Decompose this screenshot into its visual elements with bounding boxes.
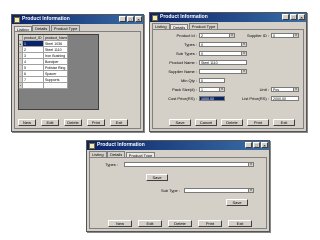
close-icon[interactable]: × xyxy=(298,14,305,20)
supplier-id-field[interactable]: 0 xyxy=(271,33,299,38)
window-title: Product Information xyxy=(97,142,145,148)
window-title: Product Information xyxy=(22,16,70,22)
cell-product-name[interactable] xyxy=(44,83,68,89)
print-button[interactable]: Print xyxy=(198,220,222,227)
min-qty-label: Min Qty : xyxy=(180,78,197,83)
supplier-id-label: Supplier ID : xyxy=(246,33,269,38)
product-type-panel: Types : Save Sub Type : Save New Edit De… xyxy=(89,157,267,229)
exit-button[interactable]: Exit xyxy=(110,119,128,126)
save-button[interactable]: Save xyxy=(169,119,191,126)
print-button[interactable]: Print xyxy=(87,119,105,126)
app-icon xyxy=(152,14,158,21)
delete-button[interactable]: Delete xyxy=(168,220,192,227)
min-qty-field[interactable]: 0 xyxy=(199,78,225,83)
minimize-icon[interactable]: _ xyxy=(245,142,252,148)
cost-price-label: Cost Price(RS) : xyxy=(168,96,197,101)
delete-button[interactable]: Delete xyxy=(64,119,82,126)
sub-types-label: Sub Types : xyxy=(175,51,197,56)
window-product-listing: Product Information _ □ × Listing Detail… xyxy=(11,14,144,132)
exit-button[interactable]: Exit xyxy=(273,119,295,126)
minimize-icon[interactable]: _ xyxy=(119,16,126,22)
product-id-field[interactable]: 2 xyxy=(199,33,235,38)
types-label: Types : xyxy=(184,42,197,47)
types-combo[interactable] xyxy=(124,162,254,167)
window-title: Product Information xyxy=(160,14,208,20)
new-button[interactable]: New xyxy=(108,220,132,227)
app-icon xyxy=(89,142,95,149)
maximize-icon[interactable]: □ xyxy=(253,142,260,148)
product-grid[interactable]: product_ID product_Name ▸ 1 Steel 1036 2 Steel… xyxy=(18,34,99,110)
product-name-field[interactable]: Steel 1110 xyxy=(199,60,247,65)
list-price-field[interactable]: 2000.00 xyxy=(271,96,299,101)
list-price-label: List Price(RS) : xyxy=(242,96,269,101)
delete-button[interactable]: Delete xyxy=(221,119,243,126)
title-bar[interactable]: Product Information _ □ × xyxy=(12,15,143,24)
cancel-button[interactable]: Cancel xyxy=(195,119,217,126)
maximize-icon[interactable]: □ xyxy=(290,14,297,20)
details-panel: Product Id : 2 Supplier ID : 0 Types : 0… xyxy=(152,29,304,129)
title-bar[interactable]: Product Information _ □ × xyxy=(87,141,269,150)
exit-button[interactable]: Exit xyxy=(228,220,252,227)
sub-types-field[interactable]: 0 xyxy=(199,51,247,56)
product-id-label: Product Id : xyxy=(176,33,197,38)
unit-field[interactable]: Pcs xyxy=(271,87,299,92)
close-icon[interactable]: × xyxy=(261,142,268,148)
cost-price-field[interactable]: 1000.00 xyxy=(199,96,225,101)
cell-product-id[interactable] xyxy=(23,83,44,89)
supplier-name-label: Supplier Name : xyxy=(168,69,197,74)
window-product-details: Product Information _ □ × Listing Detail… xyxy=(149,12,307,132)
new-button[interactable]: New xyxy=(18,119,36,126)
maximize-icon[interactable]: □ xyxy=(127,16,134,22)
types-field[interactable]: 0 xyxy=(199,42,247,47)
supplier-name-field[interactable] xyxy=(199,69,247,74)
app-icon xyxy=(14,16,20,23)
edit-button[interactable]: Edit xyxy=(138,220,162,227)
sub-type-label: Sub Type : xyxy=(160,188,180,193)
product-name-label: Product Name : xyxy=(169,60,197,65)
listing-panel: product_ID product_Name ▸ 1 Steel 1036 2 Steel… xyxy=(14,31,141,129)
types-label: Types : xyxy=(105,162,118,167)
print-button[interactable]: Print xyxy=(247,119,269,126)
pack-size-label: Pack Size(#) : xyxy=(172,87,197,92)
pack-size-field[interactable]: 1 xyxy=(199,87,225,92)
edit-button[interactable]: Edit xyxy=(41,119,59,126)
save-sub-type-button[interactable]: Save xyxy=(226,199,248,206)
save-type-button[interactable]: Save xyxy=(146,174,168,181)
window-product-type: Product Information _ □ × Listing Detail… xyxy=(86,140,270,232)
minimize-icon[interactable]: _ xyxy=(282,14,289,20)
close-icon[interactable]: × xyxy=(135,16,142,22)
sub-type-combo[interactable] xyxy=(184,188,254,193)
unit-label: Unit : xyxy=(259,87,269,92)
title-bar[interactable]: Product Information _ □ × xyxy=(150,13,306,22)
